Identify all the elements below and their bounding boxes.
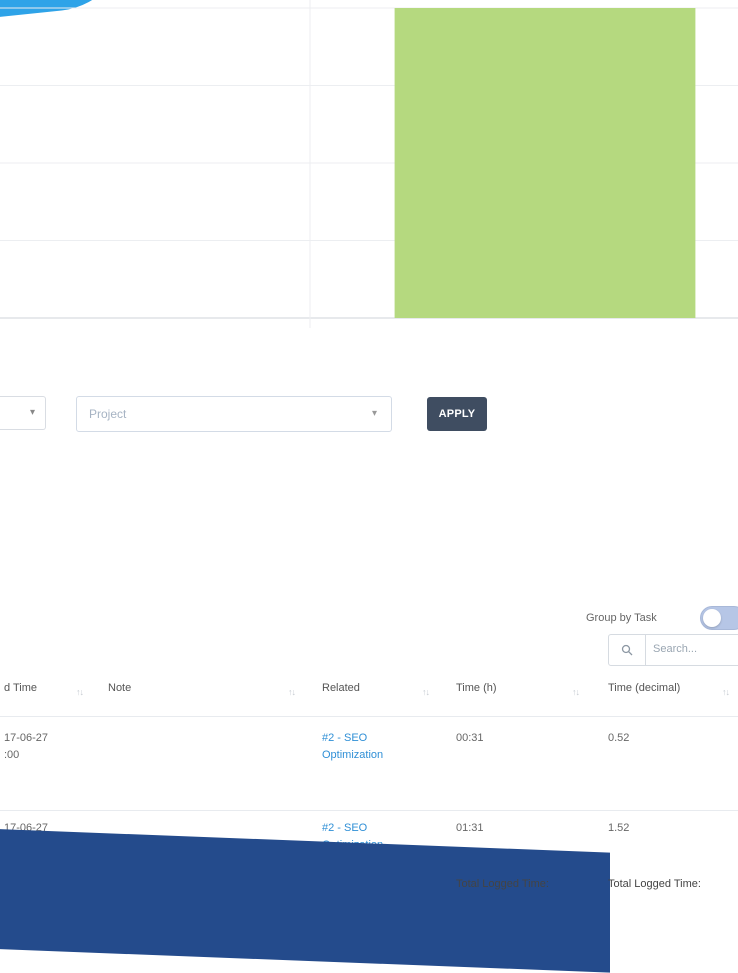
table-row-1-time-decimal: 0.52 (608, 732, 630, 744)
sort-icon[interactable]: ↑↓ (288, 687, 296, 697)
chevron-down-icon: ▾ (29, 407, 35, 418)
column-header-end-time[interactable]: d Time (4, 682, 37, 694)
table-row-1-time-h: 00:31 (456, 732, 484, 744)
total-logged-time-h-label: Total Logged Time: (456, 878, 549, 890)
table-row-2-time-decimal: 1.52 (608, 822, 630, 834)
table-row-2-time-h: 01:31 (456, 822, 484, 834)
group-by-task-label: Group by Task (586, 612, 657, 624)
project-select[interactable]: Project ▾ (76, 396, 392, 432)
end-time-date: 17-06-27 (4, 732, 49, 744)
table-row-1-related-link[interactable]: #2 - SEO Optimization (322, 730, 383, 764)
column-header-time-h[interactable]: Time (h) (456, 682, 497, 694)
related-task-name[interactable]: Optimization (322, 747, 383, 764)
sort-icon[interactable]: ↑↓ (76, 687, 84, 697)
chart-bar (394, 8, 696, 318)
total-logged-time-decimal-label: Total Logged Time: (608, 878, 701, 890)
time-bar-chart: 9 - 25 June 201726 - 28 June 2017 (0, 0, 738, 328)
filter-select-truncated[interactable]: ▾ (0, 396, 46, 430)
table-search-box[interactable] (608, 634, 738, 666)
chart-bars (394, 8, 696, 318)
group-by-task-toggle[interactable] (700, 606, 738, 630)
sort-icon[interactable]: ↑↓ (722, 687, 730, 697)
search-icon (609, 635, 646, 665)
table-divider (0, 716, 738, 717)
column-header-time-decimal[interactable]: Time (decimal) (608, 682, 680, 694)
column-header-note[interactable]: Note (108, 682, 131, 694)
search-input[interactable] (653, 643, 738, 655)
table-divider (0, 810, 738, 811)
chevron-down-icon: ▾ (371, 408, 377, 419)
end-time-clock: :00 (4, 749, 20, 761)
column-header-related[interactable]: Related (322, 682, 360, 694)
related-task-id[interactable]: #2 - SEO (322, 730, 383, 747)
table-row-1-end-time: 17-06-27 :00 (4, 730, 48, 764)
footer-decoration-band (0, 828, 610, 973)
related-task-id[interactable]: #2 - SEO (322, 820, 383, 837)
sort-icon[interactable]: ↑↓ (572, 687, 580, 697)
apply-button[interactable]: APPLY (427, 397, 487, 431)
sort-icon[interactable]: ↑↓ (422, 687, 430, 697)
project-select-placeholder: Project (89, 407, 127, 421)
toggle-knob (703, 609, 721, 627)
